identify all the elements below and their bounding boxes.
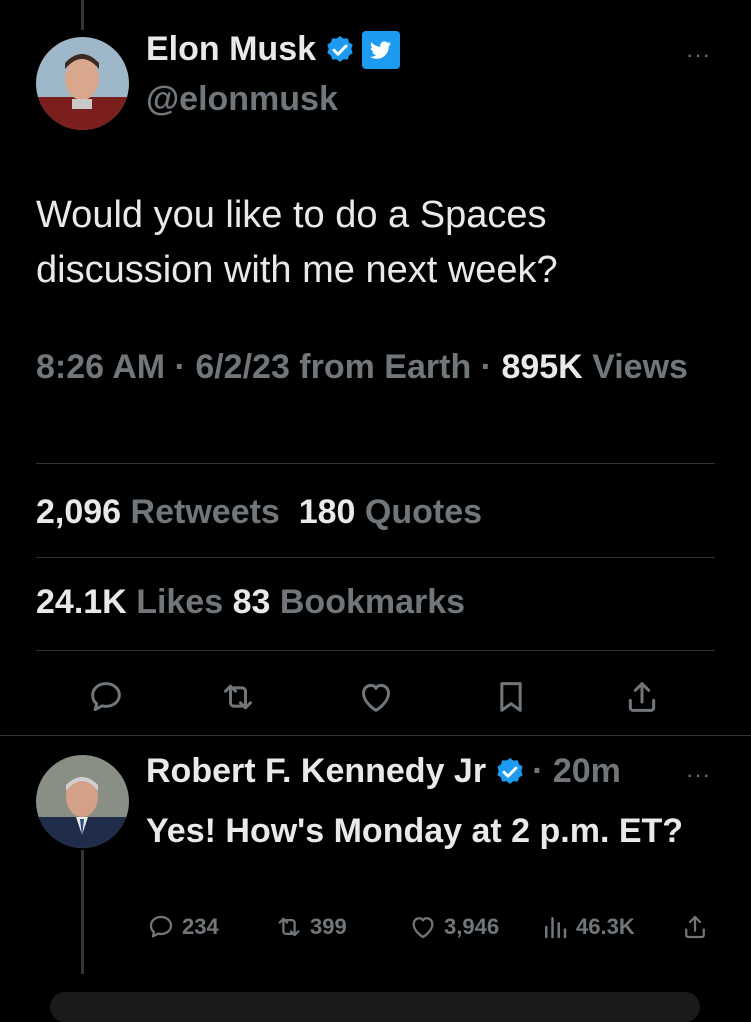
reply-icon — [149, 915, 173, 938]
bookmark-icon[interactable] — [491, 677, 531, 717]
reply-count: 234 — [182, 914, 219, 939]
rfk-avatar[interactable] — [36, 755, 129, 848]
retweets-stat[interactable]: 2,096 Retweets — [36, 493, 280, 531]
retweet-quote-stats: 2,096 Retweets 180 Quotes — [36, 493, 482, 532]
bookmarks-stat[interactable]: 83 Bookmarks — [233, 583, 465, 621]
elon-avatar[interactable] — [36, 37, 129, 130]
reply-views-button[interactable]: 46.3K — [540, 912, 635, 942]
share-icon — [685, 915, 705, 939]
reply-text: Yes! How's Monday at 2 p.m. ET? — [146, 812, 684, 850]
divider — [36, 557, 715, 558]
reply-like-button[interactable]: 3,946 — [408, 912, 499, 942]
reply-share-button[interactable] — [680, 912, 716, 942]
view-count: 46.3K — [576, 914, 635, 939]
views-icon — [545, 917, 567, 939]
retweet-icon — [278, 917, 300, 937]
more-options-icon[interactable]: ··· — [686, 42, 711, 68]
likes-bookmarks-stats: 24.1K Likes 83 Bookmarks — [36, 583, 465, 622]
retweet-count: 399 — [310, 914, 347, 939]
verified-badge-icon — [327, 35, 353, 62]
like-icon — [412, 917, 434, 939]
bottom-reply-bar[interactable] — [50, 992, 700, 1022]
quotes-stat[interactable]: 180 Quotes — [299, 493, 482, 531]
tweet-timestamp[interactable]: 8:26 AM · 6/2/23 from Earth · — [36, 348, 501, 386]
like-count: 3,946 — [444, 914, 500, 939]
retweet-icon[interactable] — [218, 677, 258, 717]
reply-more-options-icon[interactable]: ··· — [686, 762, 711, 788]
tweet-action-bar — [36, 672, 715, 722]
twitter-bird-badge-icon — [362, 30, 401, 69]
views-count: 895K — [501, 348, 583, 386]
verified-badge-icon — [497, 757, 523, 784]
thread-line-top — [81, 0, 84, 30]
tweet-text: Would you like to do a Spaces discussion… — [36, 194, 558, 291]
reply-header: Robert F. Kennedy Jr · 20m — [146, 752, 621, 791]
views-label: Views — [592, 348, 688, 386]
author-handle[interactable]: @elonmusk — [146, 80, 338, 119]
section-separator — [0, 735, 751, 736]
likes-stat[interactable]: 24.1K Likes — [36, 583, 223, 621]
reply-retweet-button[interactable]: 399 — [274, 912, 347, 942]
reply-author-name[interactable]: Robert F. Kennedy Jr — [146, 752, 486, 791]
divider — [36, 650, 715, 651]
tweet-meta: 8:26 AM · 6/2/23 from Earth · 895K Views — [36, 343, 696, 391]
divider — [36, 463, 715, 464]
author-name[interactable]: Elon Musk — [146, 30, 401, 69]
reply-time[interactable]: · 20m — [532, 752, 621, 791]
reply-action-bar: 234 399 3,946 46.3K — [146, 912, 716, 952]
reply-icon[interactable] — [86, 677, 126, 717]
reply-reply-button[interactable]: 234 — [146, 912, 219, 942]
thread-line-bottom — [81, 850, 84, 974]
like-icon[interactable] — [356, 677, 396, 717]
share-icon[interactable] — [622, 677, 662, 717]
